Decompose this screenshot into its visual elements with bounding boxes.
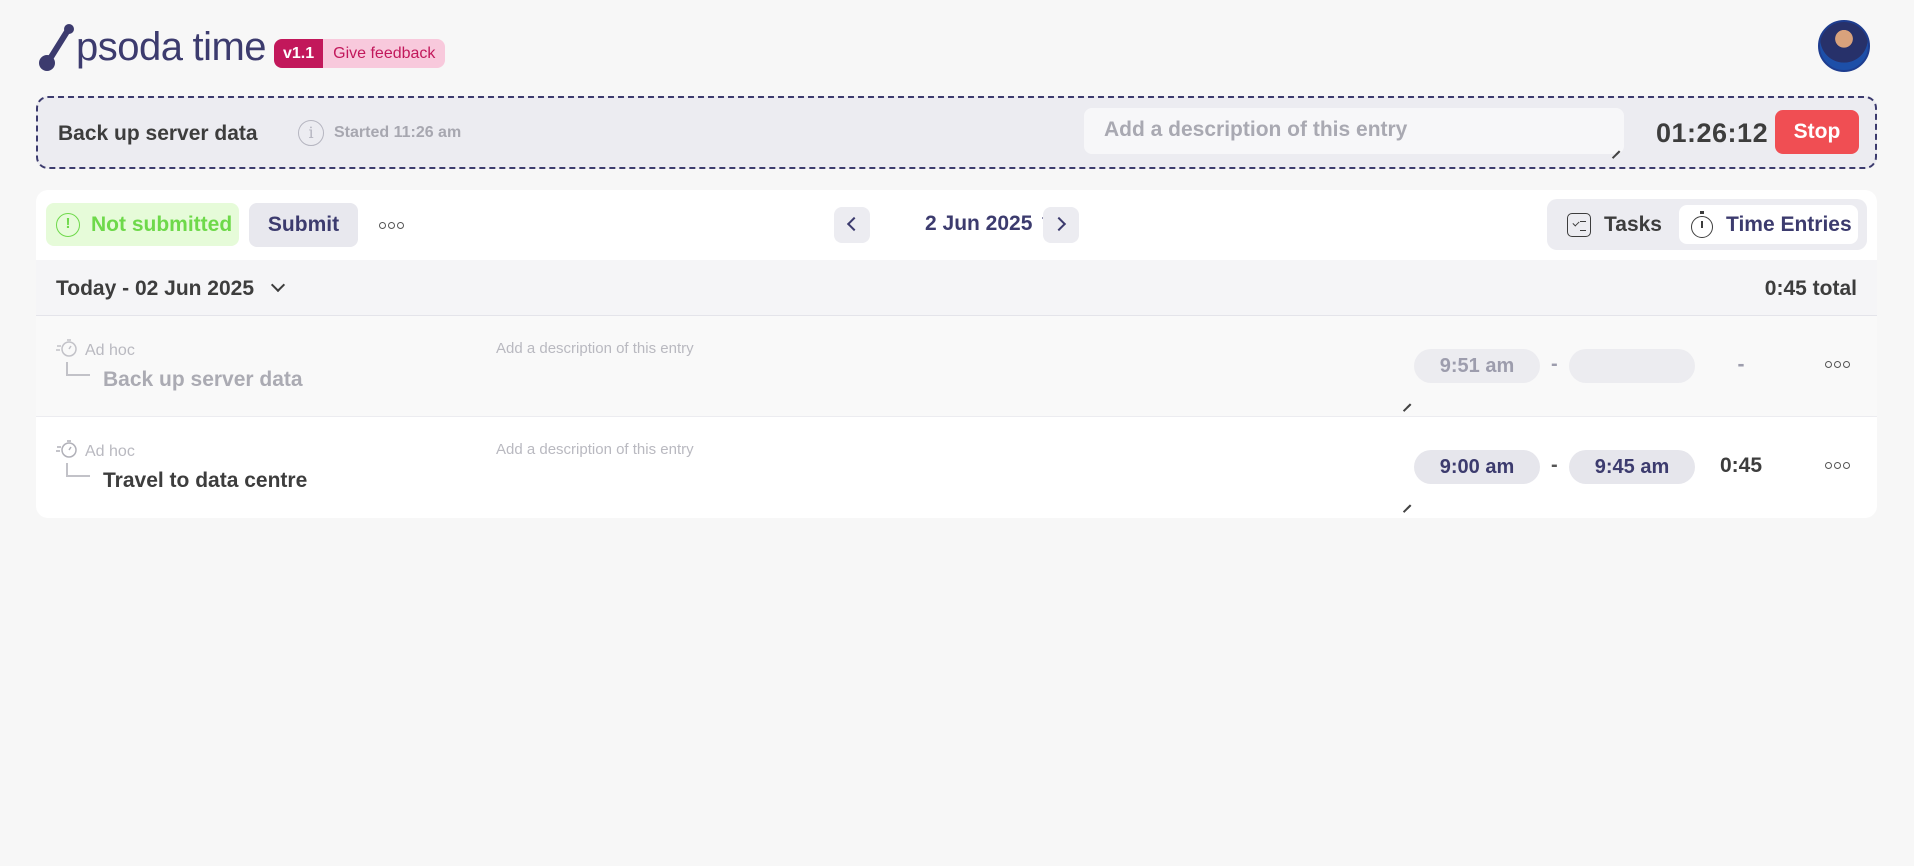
next-day-button[interactable]	[1043, 207, 1079, 243]
stopwatch-icon	[56, 338, 77, 357]
entry-task-name[interactable]: Travel to data centre	[103, 469, 307, 493]
app-logo[interactable]: psoda time	[36, 20, 267, 74]
entry-description-input[interactable]: Add a description of this entry	[496, 441, 1411, 505]
resize-handle-icon[interactable]	[1401, 495, 1411, 505]
entry-duration: 0:45	[1719, 454, 1763, 477]
timer-description-placeholder: Add a description of this entry	[1104, 118, 1408, 141]
entry-description-placeholder: Add a description of this entry	[496, 340, 694, 357]
running-timer-bar: Back up server data i Started 11:26 am A…	[36, 96, 1877, 169]
status-label: Not submitted	[91, 212, 233, 236]
entry-description-placeholder: Add a description of this entry	[496, 441, 694, 458]
user-avatar[interactable]	[1818, 20, 1870, 72]
previous-day-button[interactable]	[834, 207, 870, 243]
stopwatch-icon	[1691, 210, 1713, 238]
selected-date[interactable]: 2 Jun 2025	[925, 212, 1032, 236]
start-time-field[interactable]: 9:00 am	[1414, 450, 1540, 484]
time-separator: -	[1551, 454, 1558, 476]
logo-brand-word: time	[192, 25, 267, 69]
start-time-field[interactable]: 9:51 am	[1414, 349, 1540, 383]
tab-time-entries-label: Time Entries	[1726, 212, 1852, 236]
tree-branch-connector	[66, 362, 90, 376]
entry-more-options-icon[interactable]	[1825, 361, 1850, 368]
resize-handle-icon[interactable]	[1610, 141, 1620, 151]
chevron-down-icon[interactable]	[270, 277, 286, 293]
more-options-icon[interactable]	[379, 222, 404, 229]
time-entry-row: Ad hoc Travel to data centre Add a descr…	[36, 417, 1877, 518]
exclamation-circle-icon: !	[56, 212, 80, 237]
entry-more-options-icon[interactable]	[1825, 462, 1850, 469]
entry-task-name[interactable]: Back up server data	[103, 368, 303, 392]
tree-branch-connector	[66, 463, 90, 477]
psoda-logo-icon	[36, 22, 80, 72]
entry-category: Ad hoc	[85, 342, 135, 359]
end-time-field[interactable]	[1569, 349, 1695, 383]
time-separator: -	[1551, 353, 1558, 375]
logo-brand-mark: psoda	[76, 25, 183, 69]
tasks-icon	[1567, 212, 1591, 237]
info-icon[interactable]: i	[298, 120, 324, 146]
day-group-header[interactable]: Today - 02 Jun 2025 0:45 total	[36, 260, 1877, 316]
version-feedback-pill: v1.1 Give feedback	[274, 39, 446, 68]
tab-tasks-label: Tasks	[1604, 212, 1662, 236]
entry-description-input[interactable]: Add a description of this entry	[496, 340, 1411, 404]
time-entry-row: Ad hoc Back up server data Add a descrip…	[36, 316, 1877, 417]
app-header: psoda time v1.1 Give feedback	[36, 20, 1870, 86]
day-total: 0:45 total	[1764, 277, 1857, 300]
submission-status-badge: ! Not submitted	[46, 203, 239, 246]
chevron-right-icon	[1051, 216, 1067, 232]
entry-duration: -	[1737, 353, 1745, 376]
version-badge: v1.1	[274, 39, 324, 68]
tab-time-entries[interactable]: Time Entries	[1679, 205, 1858, 244]
view-toggle: Tasks Time Entries	[1547, 199, 1867, 250]
timesheet-toolbar: ! Not submitted Submit 2 Jun 2025 Tasks …	[36, 190, 1877, 260]
started-time-label: Started 11:26 am	[334, 124, 462, 141]
submit-button[interactable]: Submit	[249, 203, 358, 247]
resize-handle-icon[interactable]	[1401, 394, 1411, 404]
chevron-left-icon	[846, 216, 862, 232]
tab-tasks[interactable]: Tasks	[1547, 199, 1677, 250]
timer-description-input[interactable]: Add a description of this entry	[1084, 108, 1624, 154]
entry-category: Ad hoc	[85, 443, 135, 460]
stopwatch-icon	[56, 439, 77, 458]
stop-button[interactable]: Stop	[1775, 110, 1859, 154]
give-feedback-link[interactable]: Give feedback	[323, 39, 446, 68]
day-title: Today - 02 Jun 2025	[56, 277, 255, 300]
running-task-name[interactable]: Back up server data	[58, 122, 258, 146]
elapsed-time: 01:26:12	[1656, 118, 1769, 148]
end-time-field[interactable]: 9:45 am	[1569, 450, 1695, 484]
